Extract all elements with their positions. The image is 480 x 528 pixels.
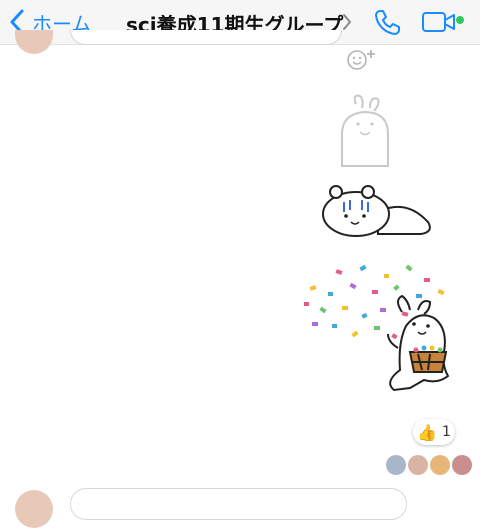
thumbs-up-icon: 👍 [417,422,437,442]
add-reaction-icon[interactable] [342,46,378,74]
message-bubble[interactable] [70,30,342,45]
online-status-dot [456,16,464,24]
phone-icon[interactable] [372,8,402,38]
seen-avatar [386,455,406,475]
rabbit-sticker[interactable] [316,94,440,240]
video-camera-icon[interactable] [421,10,457,34]
message-bubble[interactable] [70,488,407,520]
avatar[interactable] [15,490,53,528]
reaction-badge[interactable]: 👍 1 [413,419,455,445]
reaction-count: 1 [442,424,451,440]
seen-avatar [452,455,472,475]
seen-by-avatars[interactable] [386,455,472,475]
chevron-right-icon[interactable] [342,13,352,31]
rabbit-confetti-sticker[interactable] [298,262,462,394]
seen-avatar [408,455,428,475]
avatar[interactable] [15,30,53,54]
seen-avatar [430,455,450,475]
